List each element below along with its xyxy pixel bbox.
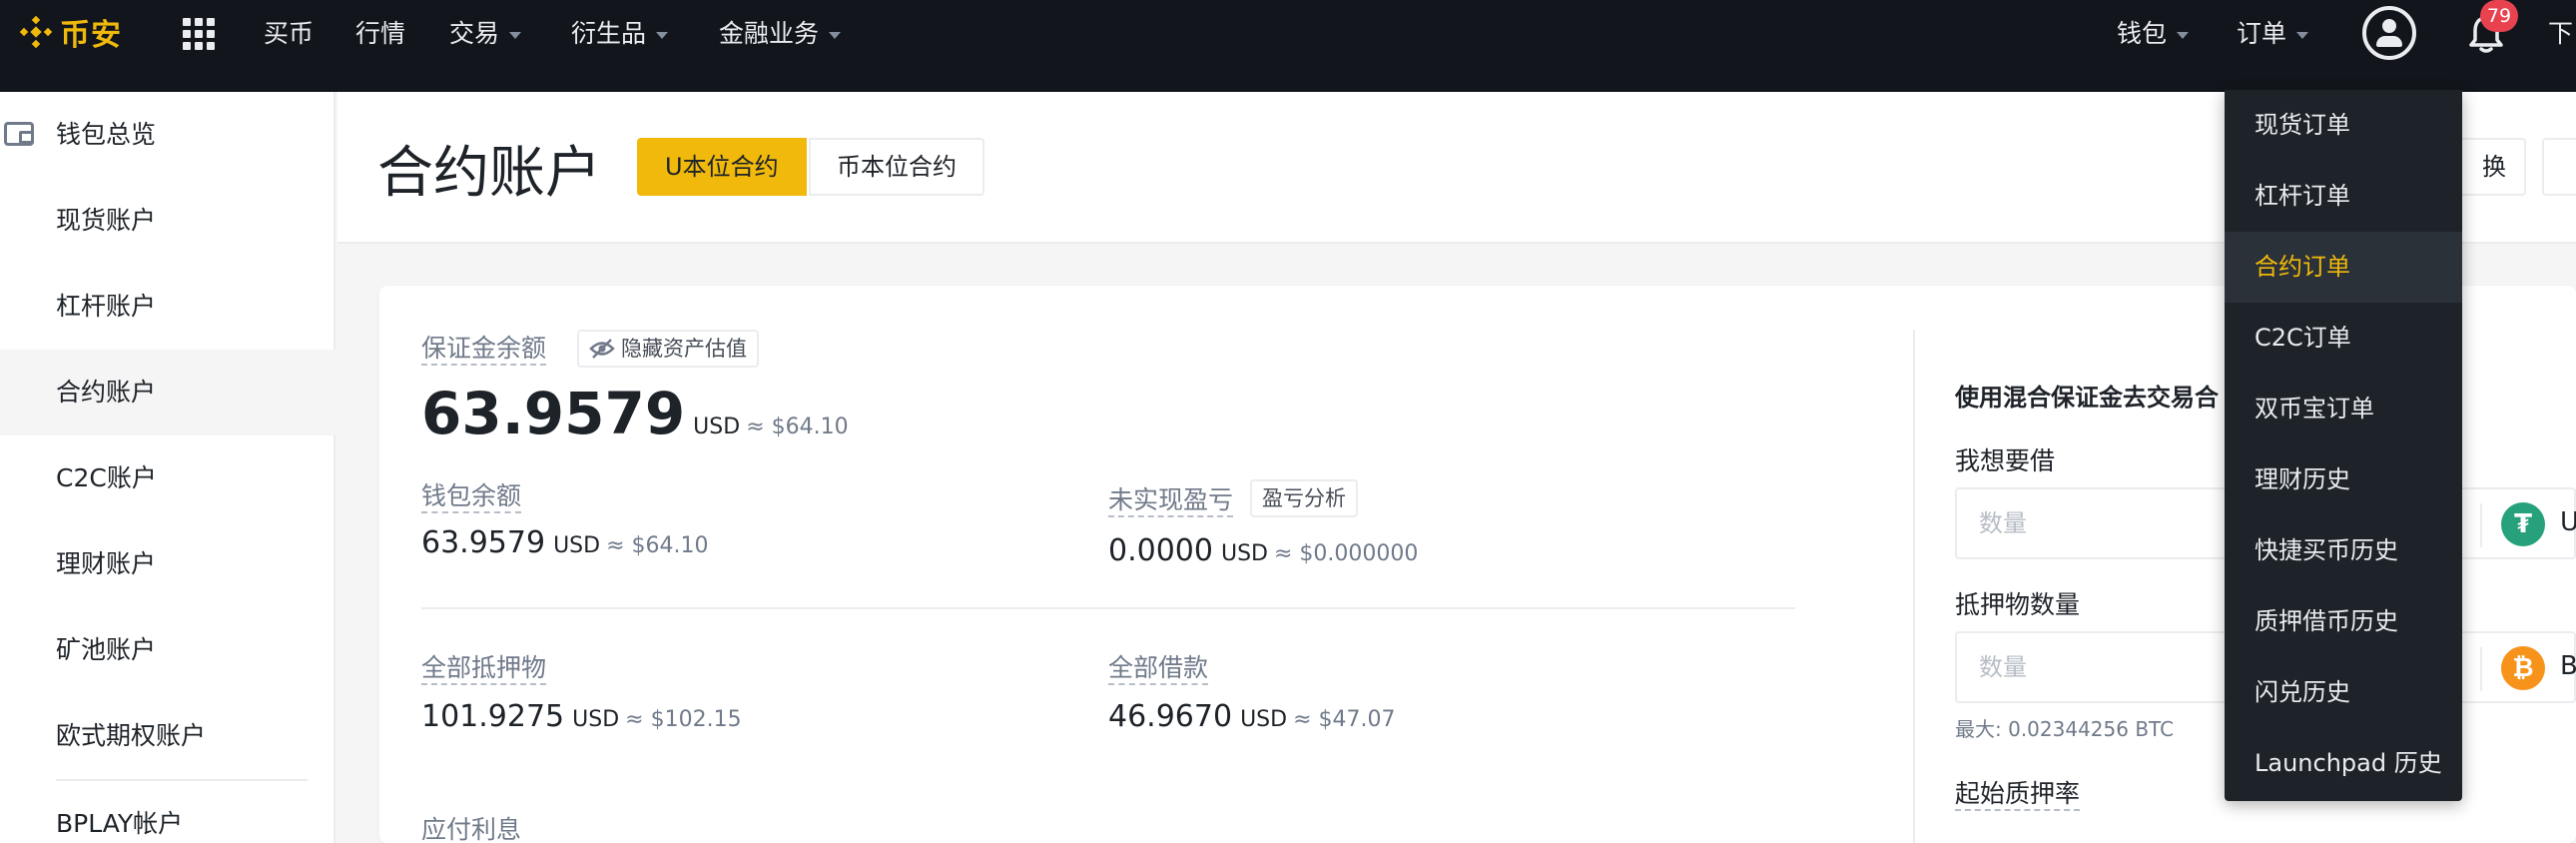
chevron-down-icon: [509, 32, 522, 39]
wallet-balance-label[interactable]: 钱包余额: [421, 481, 522, 513]
tab-coinm-futures[interactable]: 币本位合约: [809, 138, 984, 196]
chevron-down-icon: [2177, 32, 2190, 39]
tab-usdm-futures[interactable]: U本位合约: [637, 138, 807, 196]
sidebar-item-spot[interactable]: 现货账户: [0, 178, 335, 264]
borrow-amount-label: 我想要借: [1955, 446, 2056, 475]
nav-buy-crypto[interactable]: 买币: [264, 14, 314, 54]
menu-item-spot-orders[interactable]: 现货订单: [2225, 90, 2462, 161]
nav-derivatives[interactable]: 衍生品: [571, 14, 669, 54]
menu-item-convert-history[interactable]: 闪兑历史: [2225, 657, 2462, 728]
orders-dropdown-menu: 现货订单 杠杆订单 合约订单 C2C订单 双币宝订单 理财历史 快捷买币历史 质…: [2225, 90, 2462, 801]
sidebar-item-pool[interactable]: 矿池账户: [0, 607, 335, 693]
sidebar-item-earn[interactable]: 理财账户: [0, 521, 335, 607]
section-divider: [421, 607, 1795, 609]
menu-item-dual-investment-orders[interactable]: 双币宝订单: [2225, 374, 2462, 444]
menu-item-earn-history[interactable]: 理财历史: [2225, 444, 2462, 515]
max-collateral-hint: 最大: 0.02344256 BTC: [1955, 717, 2175, 741]
unrealized-pnl-value: 0.0000 USD ≈ $0.000000: [1108, 533, 1419, 568]
menu-item-margin-orders[interactable]: 杠杆订单: [2225, 161, 2462, 232]
menu-item-quick-buy-history[interactable]: 快捷买币历史: [2225, 515, 2462, 586]
sidebar-item-bplay[interactable]: BPLAY帐户: [0, 781, 335, 843]
unrealized-pnl-label[interactable]: 未实现盈亏: [1108, 485, 1234, 517]
chevron-down-icon: [2296, 32, 2309, 39]
borrow-panel-title: 使用混合保证金去交易合: [1955, 384, 2219, 412]
total-borrowed-value: 46.9670 USD ≈ $47.07: [1108, 699, 1396, 734]
binance-logo-icon: [18, 14, 54, 50]
nav-trade[interactable]: 交易: [449, 14, 522, 54]
notification-count-badge: 79: [2480, 0, 2518, 32]
total-borrowed-label[interactable]: 全部借款: [1108, 653, 1209, 685]
borrow-coin-code[interactable]: U: [2560, 507, 2576, 537]
brand-logo[interactable]: 币安: [18, 14, 122, 53]
field-separator: [2480, 503, 2482, 547]
usdt-coin-icon: ₮: [2501, 502, 2545, 546]
field-separator: [2480, 647, 2482, 691]
brand-name: 币安: [60, 18, 122, 53]
nav-orders[interactable]: 订单: [2237, 14, 2309, 54]
header-action-button[interactable]: [2542, 138, 2576, 196]
pnl-analysis-button[interactable]: 盈亏分析: [1250, 479, 1358, 517]
sidebar-item-options[interactable]: 欧式期权账户: [0, 693, 335, 779]
user-avatar-icon[interactable]: [2362, 6, 2416, 60]
hide-valuation-button[interactable]: 隐藏资产估值: [577, 330, 759, 368]
menu-item-launchpad-history[interactable]: Launchpad 历史: [2225, 728, 2462, 799]
nav-download[interactable]: 下: [2548, 14, 2573, 54]
apps-grid-icon[interactable]: [183, 18, 215, 50]
margin-balance-value: 63.9579 USD ≈ $64.10: [421, 380, 849, 447]
wallet-icon: [4, 122, 34, 146]
chevron-down-icon: [656, 32, 669, 39]
btc-coin-icon: ₿: [2501, 646, 2545, 690]
chevron-down-icon: [829, 32, 842, 39]
sidebar-item-wallet-overview[interactable]: 钱包总览: [0, 92, 335, 178]
sidebar-item-c2c[interactable]: C2C账户: [0, 435, 335, 521]
initial-ltv-label[interactable]: 起始质押率: [1955, 779, 2081, 811]
collateral-coin-code[interactable]: B: [2560, 651, 2576, 681]
total-collateral-label[interactable]: 全部抵押物: [421, 653, 547, 685]
nav-wallet[interactable]: 钱包: [2117, 14, 2190, 54]
page-title: 合约账户: [377, 141, 601, 206]
sidebar-item-futures[interactable]: 合约账户: [0, 350, 335, 435]
margin-balance-label[interactable]: 保证金余额: [421, 334, 547, 366]
wallet-balance-value: 63.9579 USD ≈ $64.10: [421, 525, 709, 560]
menu-item-c2c-orders[interactable]: C2C订单: [2225, 303, 2462, 374]
nav-markets[interactable]: 行情: [355, 14, 405, 54]
sidebar: 钱包总览 现货账户 杠杆账户 合约账户 C2C账户 理财账户 矿池账户 欧式期权…: [0, 92, 335, 843]
menu-item-loan-history[interactable]: 质押借币历史: [2225, 586, 2462, 657]
sidebar-item-margin[interactable]: 杠杆账户: [0, 264, 335, 350]
menu-item-futures-orders[interactable]: 合约订单: [2225, 232, 2462, 303]
total-collateral-value: 101.9275 USD ≈ $102.15: [421, 699, 742, 734]
interest-payable-label[interactable]: 应付利息: [421, 815, 521, 843]
nav-finance[interactable]: 金融业务: [719, 14, 842, 54]
collateral-amount-label: 抵押物数量: [1955, 590, 2081, 619]
eye-off-icon: [589, 339, 615, 359]
